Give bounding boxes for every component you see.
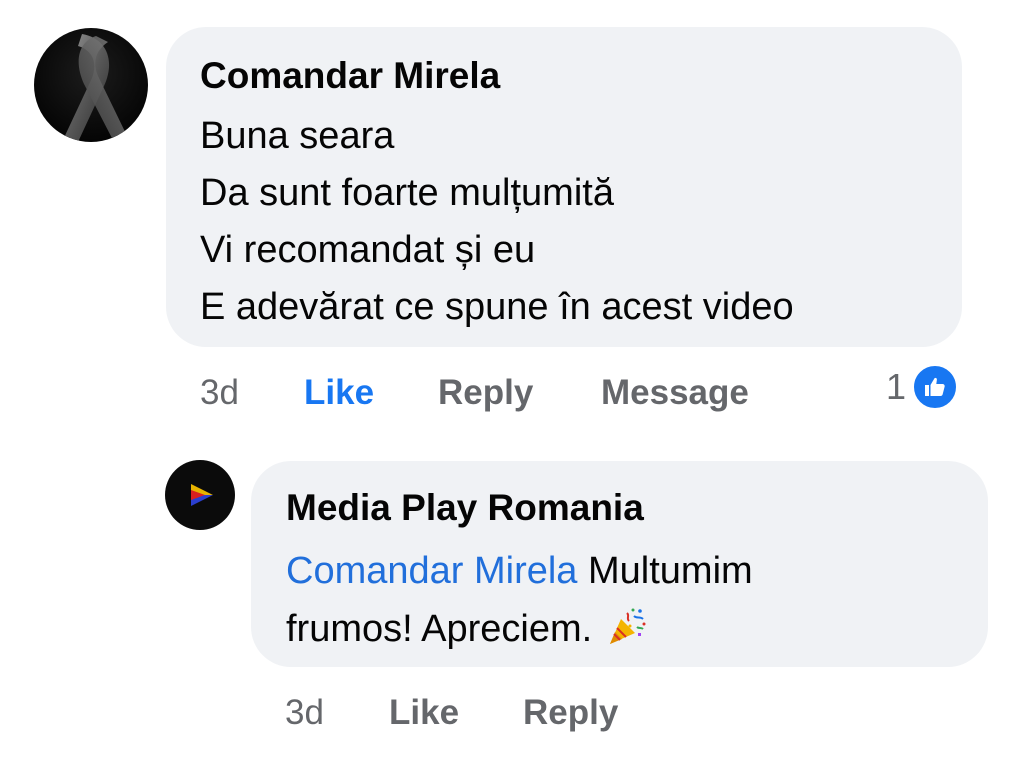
reply-bubble: Media Play Romania Comandar Mirela Multu… xyxy=(251,461,988,667)
reply-actions: 3d Like Reply xyxy=(285,690,618,736)
reply-button[interactable]: Reply xyxy=(438,373,601,413)
like-button[interactable]: Like xyxy=(389,693,523,733)
comment-bubble: Comandar Mirela Buna seara Da sunt foart… xyxy=(166,27,962,347)
comment-thread: Comandar Mirela Buna seara Da sunt foart… xyxy=(0,0,1024,772)
reply-author[interactable]: Media Play Romania xyxy=(286,486,953,530)
comment-line: E adevărat ce spune în acest video xyxy=(200,286,794,328)
message-button[interactable]: Message xyxy=(601,373,749,413)
reply-button[interactable]: Reply xyxy=(523,693,618,733)
reaction-count: 1 xyxy=(886,366,907,407)
reply-timestamp[interactable]: 3d xyxy=(285,693,389,733)
reply-text-segment: frumos! Apreciem. xyxy=(286,608,593,650)
avatar[interactable] xyxy=(165,460,235,530)
comment-timestamp[interactable]: 3d xyxy=(200,373,304,413)
avatar[interactable] xyxy=(34,28,148,142)
like-thumb-icon xyxy=(912,364,959,410)
reply-text-segment: Multumim xyxy=(577,550,753,592)
ribbon-icon xyxy=(62,34,130,142)
comment-author[interactable]: Comandar Mirela xyxy=(200,55,928,97)
comment-actions: 3d Like Reply Message xyxy=(200,370,749,416)
comment-line: Vi recomandat și eu xyxy=(200,229,536,271)
like-button[interactable]: Like xyxy=(304,373,438,413)
party-popper-icon xyxy=(607,606,647,646)
comment-line: Da sunt foarte mulțumită xyxy=(200,172,614,214)
reply-text: Comandar Mirela Multumim frumos! Aprecie… xyxy=(286,542,953,658)
play-logo-icon xyxy=(191,484,213,506)
comment-text: Buna seara Da sunt foarte mulțumită Vi r… xyxy=(200,108,928,336)
comment-line: Buna seara xyxy=(200,115,395,157)
mention-link[interactable]: Comandar Mirela xyxy=(286,550,577,592)
reaction-summary[interactable]: 1 xyxy=(886,364,959,410)
